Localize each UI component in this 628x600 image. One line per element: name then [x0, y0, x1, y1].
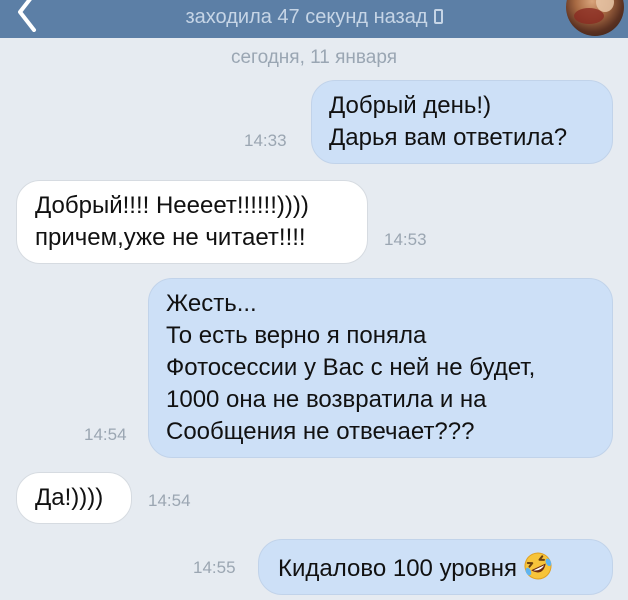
- mobile-phone-icon: [433, 9, 443, 24]
- message-text: Кидалово 100 уровня: [278, 555, 517, 582]
- message-timestamp: 14:54: [148, 491, 191, 510]
- message-timestamp: 14:55: [193, 558, 236, 577]
- incoming-message-bubble[interactable]: Да!)))): [16, 472, 132, 524]
- date-separator: сегодня, 11 января: [230, 47, 398, 68]
- outgoing-message-bubble[interactable]: Кидалово 100 уровня: [258, 539, 613, 595]
- message-text-line: 1000 она не возвратила и на: [166, 386, 487, 413]
- message-text-line: Добрый!!!! Неееет!!!!!!)))): [35, 192, 309, 219]
- message-timestamp: 14:54: [84, 425, 127, 444]
- incoming-message-bubble[interactable]: Добрый!!!! Неееет!!!!!!)))) причем,уже н…: [16, 180, 368, 264]
- message-text-line: Да!)))): [35, 484, 104, 511]
- message-text-line: Кидалово 100 уровня: [278, 551, 596, 585]
- last-seen-text: заходила 47 секунд назад: [185, 6, 428, 28]
- outgoing-message-bubble[interactable]: Добрый день!) Дарья вам ответила?: [311, 80, 613, 164]
- message-timestamp: 14:33: [244, 131, 287, 150]
- last-seen-status: заходила 47 секунд назад: [0, 4, 628, 30]
- message-text-line: То есть верно я поняла: [166, 322, 427, 349]
- contact-avatar[interactable]: [566, 0, 624, 36]
- message-text-line: Жесть...: [166, 290, 257, 317]
- message-text-line: Фотосессии у Вас с ней не будет,: [166, 354, 536, 381]
- message-text-line: причем,уже не читает!!!!: [35, 224, 306, 251]
- outgoing-message-bubble[interactable]: Жесть... То есть верно я поняла Фотосесс…: [148, 278, 613, 458]
- message-timestamp: 14:53: [384, 230, 427, 249]
- message-text-line: Добрый день!): [329, 92, 492, 119]
- message-text-line: Сообщения не отвечает???: [166, 418, 475, 445]
- chat-header: заходила 47 секунд назад: [0, 0, 628, 38]
- message-text-line: Дарья вам ответила?: [329, 124, 568, 151]
- rolling-on-floor-laughing-emoji-icon: [523, 551, 553, 581]
